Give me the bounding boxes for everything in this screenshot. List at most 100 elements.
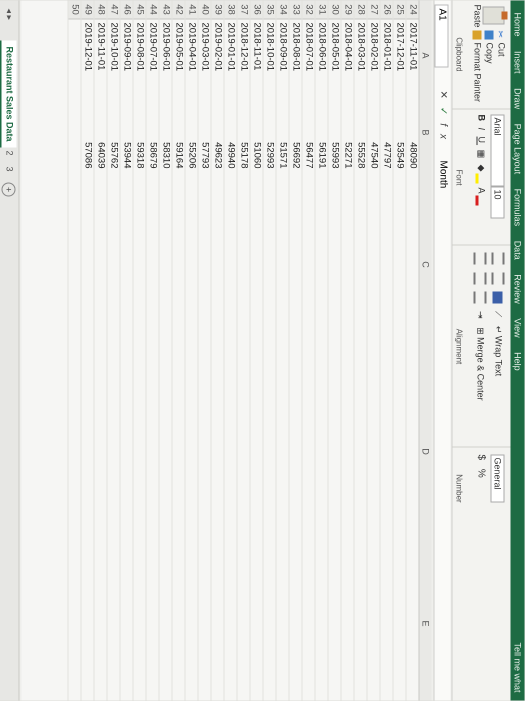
align-center-icon[interactable] xyxy=(473,272,487,285)
sales-cell[interactable]: 56692 xyxy=(290,93,302,168)
month-cell[interactable]: 2018-10-01 xyxy=(264,23,276,72)
sales-cell[interactable]: 49940 xyxy=(225,93,237,168)
month-cell[interactable]: 2018-01-01 xyxy=(381,23,393,72)
row-number[interactable]: 28 xyxy=(354,0,367,20)
sales-cell[interactable]: 51571 xyxy=(277,93,289,168)
row-number[interactable]: 45 xyxy=(133,0,146,20)
merge-center-button[interactable]: ⊞ Merge & Center xyxy=(476,327,486,401)
name-box[interactable]: A1 xyxy=(434,4,449,68)
sales-cell[interactable]: 58679 xyxy=(147,93,159,168)
tab-help[interactable]: Help xyxy=(511,352,525,371)
sheet-nav-arrows[interactable]: ◂ ▸ xyxy=(4,9,15,21)
tab-review[interactable]: Review xyxy=(511,274,525,304)
tab-formulas[interactable]: Formulas xyxy=(511,189,525,227)
month-cell[interactable]: 2019-05-01 xyxy=(173,23,185,72)
month-cell[interactable]: 2018-03-01 xyxy=(355,23,367,72)
sales-cell[interactable]: 56191 xyxy=(316,93,328,168)
month-cell[interactable]: 2019-03-01 xyxy=(199,23,211,72)
month-cell[interactable]: 2019-07-01 xyxy=(147,23,159,72)
insert-function-icon[interactable]: fx xyxy=(438,123,449,147)
column-header-e[interactable]: E xyxy=(420,549,432,699)
font-name-select[interactable]: Arial xyxy=(490,114,505,187)
month-cell[interactable]: 2017-12-01 xyxy=(394,23,406,72)
italic-button[interactable]: I xyxy=(477,128,487,133)
bold-button[interactable]: B xyxy=(477,115,487,124)
column-header-c[interactable]: C xyxy=(420,175,432,355)
month-cell[interactable]: 2019-10-01 xyxy=(108,23,120,72)
row-number[interactable]: 43 xyxy=(159,0,172,20)
row-number[interactable]: 42 xyxy=(172,0,185,20)
month-cell[interactable]: 2018-05-01 xyxy=(329,23,341,72)
formula-input[interactable]: Month xyxy=(437,161,449,189)
top-align-icon[interactable] xyxy=(491,252,505,265)
sales-cell[interactable]: 58310 xyxy=(160,93,172,168)
row-number[interactable]: 46 xyxy=(120,0,133,20)
sales-cell[interactable]: 51060 xyxy=(251,93,263,168)
row-number[interactable]: 34 xyxy=(276,0,289,20)
sales-cell[interactable]: 56477 xyxy=(303,93,315,168)
column-header-b[interactable]: B xyxy=(420,93,432,173)
month-cell[interactable]: 2019-06-01 xyxy=(160,23,172,72)
sales-cell[interactable]: 48090 xyxy=(407,93,419,168)
sales-cell[interactable]: 53944 xyxy=(121,93,133,168)
worksheet-grid[interactable]: A B C D E 24 2017-11-01 48090 25 2017-12-01 5… xyxy=(21,0,432,701)
month-cell[interactable]: 2018-02-01 xyxy=(368,23,380,72)
sales-cell[interactable]: 57086 xyxy=(82,93,94,168)
month-cell[interactable]: 2018-12-01 xyxy=(238,23,250,72)
month-cell[interactable]: 2018-09-01 xyxy=(277,23,289,72)
row-number[interactable]: 35 xyxy=(263,0,276,20)
tab-home[interactable]: Home xyxy=(511,13,525,37)
row-number[interactable]: 32 xyxy=(302,0,315,20)
month-cell[interactable]: 2019-04-01 xyxy=(186,23,198,72)
row-number[interactable]: 40 xyxy=(198,0,211,20)
wrap-text-button[interactable]: ↵ Wrap Text xyxy=(494,326,504,376)
row-number[interactable]: 41 xyxy=(185,0,198,20)
format-painter-button[interactable]: Format Painter xyxy=(472,30,483,102)
currency-button[interactable]: $ xyxy=(476,455,487,461)
sales-cell[interactable]: 55178 xyxy=(238,93,250,168)
number-format-select[interactable]: General xyxy=(490,454,505,503)
percent-button[interactable]: % xyxy=(476,469,487,478)
align-right-icon[interactable] xyxy=(473,291,487,304)
month-cell[interactable]: 2019-12-01 xyxy=(82,23,94,72)
font-color-icon[interactable]: A xyxy=(475,188,487,206)
month-cell[interactable]: 2019-01-01 xyxy=(225,23,237,72)
tell-me-search[interactable]: Tell me what xyxy=(511,642,525,692)
add-sheet-icon[interactable]: + xyxy=(1,182,16,197)
paste-icon[interactable] xyxy=(482,6,505,25)
tab-view[interactable]: View xyxy=(511,318,525,337)
row-number[interactable]: 47 xyxy=(107,0,120,20)
row-number[interactable]: 36 xyxy=(250,0,263,20)
align-left-icon[interactable] xyxy=(473,252,487,265)
sales-cell[interactable]: 47540 xyxy=(368,93,380,168)
sales-cell[interactable]: 57793 xyxy=(199,93,211,168)
row-number[interactable]: 50 xyxy=(68,0,81,20)
month-cell[interactable]: 2018-06-01 xyxy=(316,23,328,72)
sales-cell[interactable]: 55206 xyxy=(186,93,198,168)
sales-cell[interactable]: 53549 xyxy=(394,93,406,168)
month-cell[interactable]: 2018-04-01 xyxy=(342,23,354,72)
month-cell[interactable]: 2018-08-01 xyxy=(290,23,302,72)
month-cell[interactable]: 2019-02-01 xyxy=(212,23,224,72)
column-header-a[interactable]: A xyxy=(420,21,432,91)
month-cell[interactable]: 2019-08-01 xyxy=(134,23,146,72)
tab-draw[interactable]: Draw xyxy=(511,88,525,109)
row-number[interactable]: 30 xyxy=(328,0,341,20)
cancel-icon[interactable]: ✕ xyxy=(438,91,449,107)
month-cell[interactable]: 2018-11-01 xyxy=(251,23,263,71)
row-number[interactable]: 39 xyxy=(211,0,224,20)
row-number[interactable]: 44 xyxy=(146,0,159,20)
enter-icon[interactable]: ✓ xyxy=(438,107,449,123)
row-number[interactable]: 31 xyxy=(315,0,328,20)
row-number[interactable]: 24 xyxy=(406,0,419,20)
indent-icon[interactable]: ⇥ xyxy=(476,311,486,319)
month-cell[interactable]: 2019-11-01 xyxy=(95,23,107,71)
row-number[interactable]: 38 xyxy=(224,0,237,20)
paste-button[interactable]: Paste xyxy=(473,5,483,28)
copy-button[interactable]: Copy xyxy=(484,30,495,64)
month-cell[interactable]: 2017-11-01 xyxy=(407,23,419,71)
row-number[interactable]: 29 xyxy=(341,0,354,20)
sales-cell[interactable]: 59164 xyxy=(173,93,185,168)
cut-button[interactable]: ✂ Cut xyxy=(495,31,506,57)
underline-button[interactable]: U xyxy=(477,137,487,146)
